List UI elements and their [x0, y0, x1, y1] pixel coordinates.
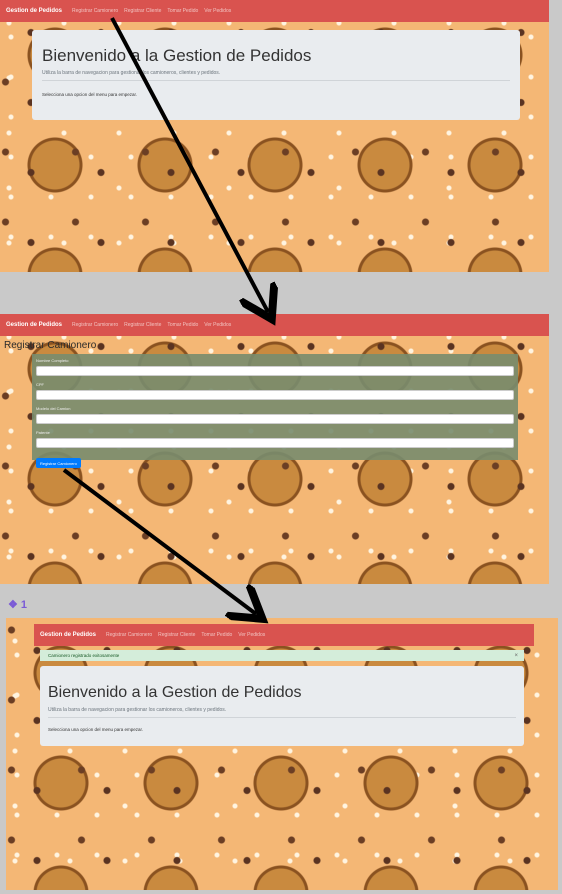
- page-hint: Selecciona una opcion del menu para empe…: [48, 727, 144, 732]
- step-marker: ❖ 1: [8, 599, 28, 611]
- patente-label: Patente: [36, 430, 50, 435]
- nombre-input[interactable]: [36, 366, 514, 376]
- navbar: Gestion de Pedidos Registrar Camionero R…: [0, 0, 549, 22]
- cpf-input[interactable]: [36, 390, 514, 400]
- close-icon[interactable]: ×: [514, 653, 518, 659]
- nav-link-registrar-camionero[interactable]: Registrar Camionero: [72, 322, 118, 328]
- nav-link-tomar-pedido[interactable]: Tomar Pedido: [201, 632, 232, 638]
- navbar-brand[interactable]: Gestion de Pedidos: [40, 632, 96, 638]
- page-title: Bienvenido a la Gestion de Pedidos: [48, 684, 302, 701]
- registration-form: Nombre Completo CPF Modelo del Camion Pa…: [32, 354, 518, 460]
- nav-link-ver-pedidos[interactable]: Ver Pedidos: [204, 8, 231, 14]
- navbar-brand[interactable]: Gestion de Pedidos: [6, 8, 62, 14]
- navbar: Gestion de Pedidos Registrar Camionero R…: [34, 624, 534, 646]
- welcome-jumbotron: Bienvenido a la Gestion de Pedidos Utili…: [40, 666, 524, 746]
- nav-link-registrar-cliente[interactable]: Registrar Cliente: [124, 322, 161, 328]
- alert-message: Camionero registrado exitosamente: [48, 653, 120, 658]
- welcome-jumbotron: Bienvenido a la Gestion de Pedidos Utili…: [32, 30, 520, 120]
- nav-link-registrar-cliente[interactable]: Registrar Cliente: [124, 8, 161, 14]
- nav-link-registrar-cliente[interactable]: Registrar Cliente: [158, 632, 195, 638]
- navbar-brand[interactable]: Gestion de Pedidos: [6, 322, 62, 328]
- page-lead: Utiliza la barra de navegacion para gest…: [42, 70, 221, 76]
- nav-link-tomar-pedido[interactable]: Tomar Pedido: [167, 8, 198, 14]
- form-title: Registrar Camionero: [4, 340, 97, 351]
- modelo-camion-label: Modelo del Camion: [36, 406, 71, 411]
- screenshot-home: Gestion de Pedidos Registrar Camionero R…: [0, 0, 549, 272]
- nav-link-tomar-pedido[interactable]: Tomar Pedido: [167, 322, 198, 328]
- patente-input[interactable]: [36, 438, 514, 448]
- nombre-label: Nombre Completo: [36, 358, 69, 363]
- modelo-camion-input[interactable]: [36, 414, 514, 424]
- screenshot-home-success: Gestion de Pedidos Registrar Camionero R…: [6, 618, 558, 890]
- page-hint: Selecciona una opcion del menu para empe…: [42, 92, 138, 97]
- page-lead: Utiliza la barra de navegacion para gest…: [48, 707, 227, 713]
- nav-link-registrar-camionero[interactable]: Registrar Camionero: [72, 8, 118, 14]
- page-title: Bienvenido a la Gestion de Pedidos: [42, 46, 312, 65]
- navbar: Gestion de Pedidos Registrar Camionero R…: [0, 314, 549, 336]
- nav-link-ver-pedidos[interactable]: Ver Pedidos: [204, 322, 231, 328]
- cpf-label: CPF: [36, 382, 44, 387]
- success-alert: Camionero registrado exitosamente ×: [40, 650, 524, 661]
- nav-link-ver-pedidos[interactable]: Ver Pedidos: [238, 632, 265, 638]
- divider: [42, 80, 510, 81]
- nav-link-registrar-camionero[interactable]: Registrar Camionero: [106, 632, 152, 638]
- registrar-camionero-button[interactable]: Registrar Camionero: [36, 458, 81, 468]
- divider: [48, 717, 516, 718]
- screenshot-registrar-camionero: Gestion de Pedidos Registrar Camionero R…: [0, 314, 549, 584]
